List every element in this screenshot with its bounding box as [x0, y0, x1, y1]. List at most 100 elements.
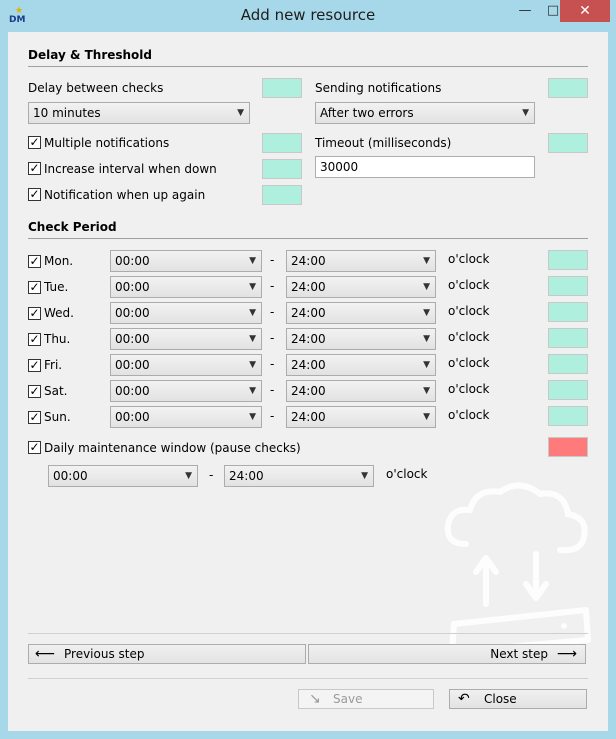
maintenance-from-select[interactable]: 00:00 ▼ — [48, 465, 198, 487]
day-to-select[interactable]: 24:00 ▼ — [286, 406, 436, 428]
divider — [28, 238, 588, 239]
day-to-select[interactable]: 24:00 ▼ — [286, 276, 436, 298]
chevron-down-icon: ▼ — [361, 471, 368, 481]
day-color-swatch[interactable] — [548, 302, 588, 322]
timeout-label: Timeout (milliseconds) — [315, 136, 452, 150]
day-from-select[interactable]: 00:00 ▼ — [110, 406, 262, 428]
chevron-down-icon: ▼ — [185, 471, 192, 481]
day-color-swatch[interactable] — [548, 250, 588, 270]
close-button[interactable]: ↶ Close — [449, 689, 587, 709]
oclock-label: o'clock — [448, 356, 490, 370]
oclock-label: o'clock — [448, 304, 490, 318]
chevron-down-icon: ▼ — [249, 256, 256, 266]
chevron-down-icon: ▼ — [423, 282, 430, 292]
day-checkbox[interactable]: ✓ — [28, 359, 41, 372]
oclock-label: o'clock — [448, 408, 490, 422]
increase-checkbox[interactable]: ✓ — [28, 162, 41, 175]
day-checkbox[interactable]: ✓ — [28, 255, 41, 268]
chevron-down-icon: ▼ — [423, 360, 430, 370]
next-step-button[interactable]: Next step ⟶ — [308, 644, 586, 664]
day-to-select[interactable]: 24:00 ▼ — [286, 328, 436, 350]
day-color-swatch[interactable] — [548, 328, 588, 348]
chevron-down-icon: ▼ — [237, 108, 244, 118]
chevron-down-icon: ▼ — [249, 412, 256, 422]
timeout-color-swatch[interactable] — [548, 133, 588, 153]
day-from-select[interactable]: 00:00 ▼ — [110, 354, 262, 376]
range-dash: - — [270, 383, 275, 397]
range-dash: - — [270, 279, 275, 293]
day-label: Fri. — [44, 358, 63, 372]
maintenance-color-swatch[interactable] — [548, 437, 588, 457]
chevron-down-icon: ▼ — [423, 412, 430, 422]
minimize-icon[interactable]: — — [514, 0, 536, 22]
delay-label: Delay between checks — [28, 81, 164, 95]
increase-color-swatch[interactable] — [262, 159, 302, 179]
maintenance-checkbox[interactable]: ✓ — [28, 441, 41, 454]
chevron-down-icon: ▼ — [249, 360, 256, 370]
chevron-down-icon: ▼ — [522, 108, 529, 118]
chevron-down-icon: ▼ — [249, 386, 256, 396]
day-checkbox[interactable]: ✓ — [28, 385, 41, 398]
sending-select[interactable]: After two errors ▼ — [315, 102, 535, 124]
day-checkbox[interactable]: ✓ — [28, 307, 41, 320]
save-button[interactable]: ↘ Save — [298, 689, 434, 709]
delay-color-swatch[interactable] — [262, 78, 302, 98]
day-from-select[interactable]: 00:00 ▼ — [110, 276, 262, 298]
increase-label: Increase interval when down — [44, 162, 217, 176]
multiple-color-swatch[interactable] — [262, 133, 302, 153]
day-checkbox[interactable]: ✓ — [28, 281, 41, 294]
day-color-swatch[interactable] — [548, 380, 588, 400]
day-label: Wed. — [44, 306, 74, 320]
day-from-select[interactable]: 00:00 ▼ — [110, 250, 262, 272]
sending-label: Sending notifications — [315, 81, 442, 95]
day-to-select[interactable]: 24:00 ▼ — [286, 354, 436, 376]
range-dash: - — [270, 253, 275, 267]
range-dash: - — [270, 305, 275, 319]
app-window: ★ DM Add new resource — □ ✕ Delay & Thres… — [0, 0, 616, 739]
day-label: Mon. — [44, 254, 74, 268]
day-label: Tue. — [44, 280, 69, 294]
range-dash: - — [270, 357, 275, 371]
up-label: Notification when up again — [44, 188, 206, 202]
day-to-select[interactable]: 24:00 ▼ — [286, 380, 436, 402]
chevron-down-icon: ▼ — [423, 386, 430, 396]
undo-arrow-icon: ↶ — [458, 691, 470, 707]
divider — [28, 633, 588, 634]
multiple-label: Multiple notifications — [44, 136, 170, 150]
oclock-label: o'clock — [448, 252, 490, 266]
day-color-swatch[interactable] — [548, 276, 588, 296]
day-color-swatch[interactable] — [548, 354, 588, 374]
day-to-select[interactable]: 24:00 ▼ — [286, 250, 436, 272]
oclock-label: o'clock — [448, 382, 490, 396]
day-from-select[interactable]: 00:00 ▼ — [110, 380, 262, 402]
cloud-watermark-icon — [444, 482, 591, 654]
up-checkbox[interactable]: ✓ — [28, 188, 41, 201]
day-label: Sun. — [44, 410, 71, 424]
chevron-down-icon: ▼ — [423, 308, 430, 318]
day-checkbox[interactable]: ✓ — [28, 411, 41, 424]
oclock-label: o'clock — [448, 330, 490, 344]
chevron-down-icon: ▼ — [249, 282, 256, 292]
up-color-swatch[interactable] — [262, 185, 302, 205]
chevron-down-icon: ▼ — [423, 334, 430, 344]
title-bar[interactable]: ★ DM Add new resource — □ ✕ — [0, 0, 616, 32]
section-title-period: Check Period — [28, 220, 117, 234]
day-from-select[interactable]: 00:00 ▼ — [110, 302, 262, 324]
chevron-down-icon: ▼ — [249, 308, 256, 318]
chevron-down-icon: ▼ — [249, 334, 256, 344]
multiple-checkbox[interactable]: ✓ — [28, 136, 41, 149]
arrow-right-icon: ⟶ — [556, 646, 577, 662]
delay-select[interactable]: 10 minutes ▼ — [28, 102, 250, 124]
dialog-body: Delay & Threshold Delay between checks 1… — [8, 32, 608, 731]
sending-color-swatch[interactable] — [548, 78, 588, 98]
day-from-select[interactable]: 00:00 ▼ — [110, 328, 262, 350]
timeout-input[interactable]: 30000 — [315, 156, 535, 178]
day-checkbox[interactable]: ✓ — [28, 333, 41, 346]
day-to-select[interactable]: 24:00 ▼ — [286, 302, 436, 324]
maintenance-to-select[interactable]: 24:00 ▼ — [224, 465, 374, 487]
previous-step-button[interactable]: ⟵ Previous step — [28, 644, 306, 664]
day-color-swatch[interactable] — [548, 406, 588, 426]
chevron-down-icon: ▼ — [423, 256, 430, 266]
oclock-label: o'clock — [386, 467, 428, 481]
close-icon[interactable]: ✕ — [560, 0, 610, 22]
